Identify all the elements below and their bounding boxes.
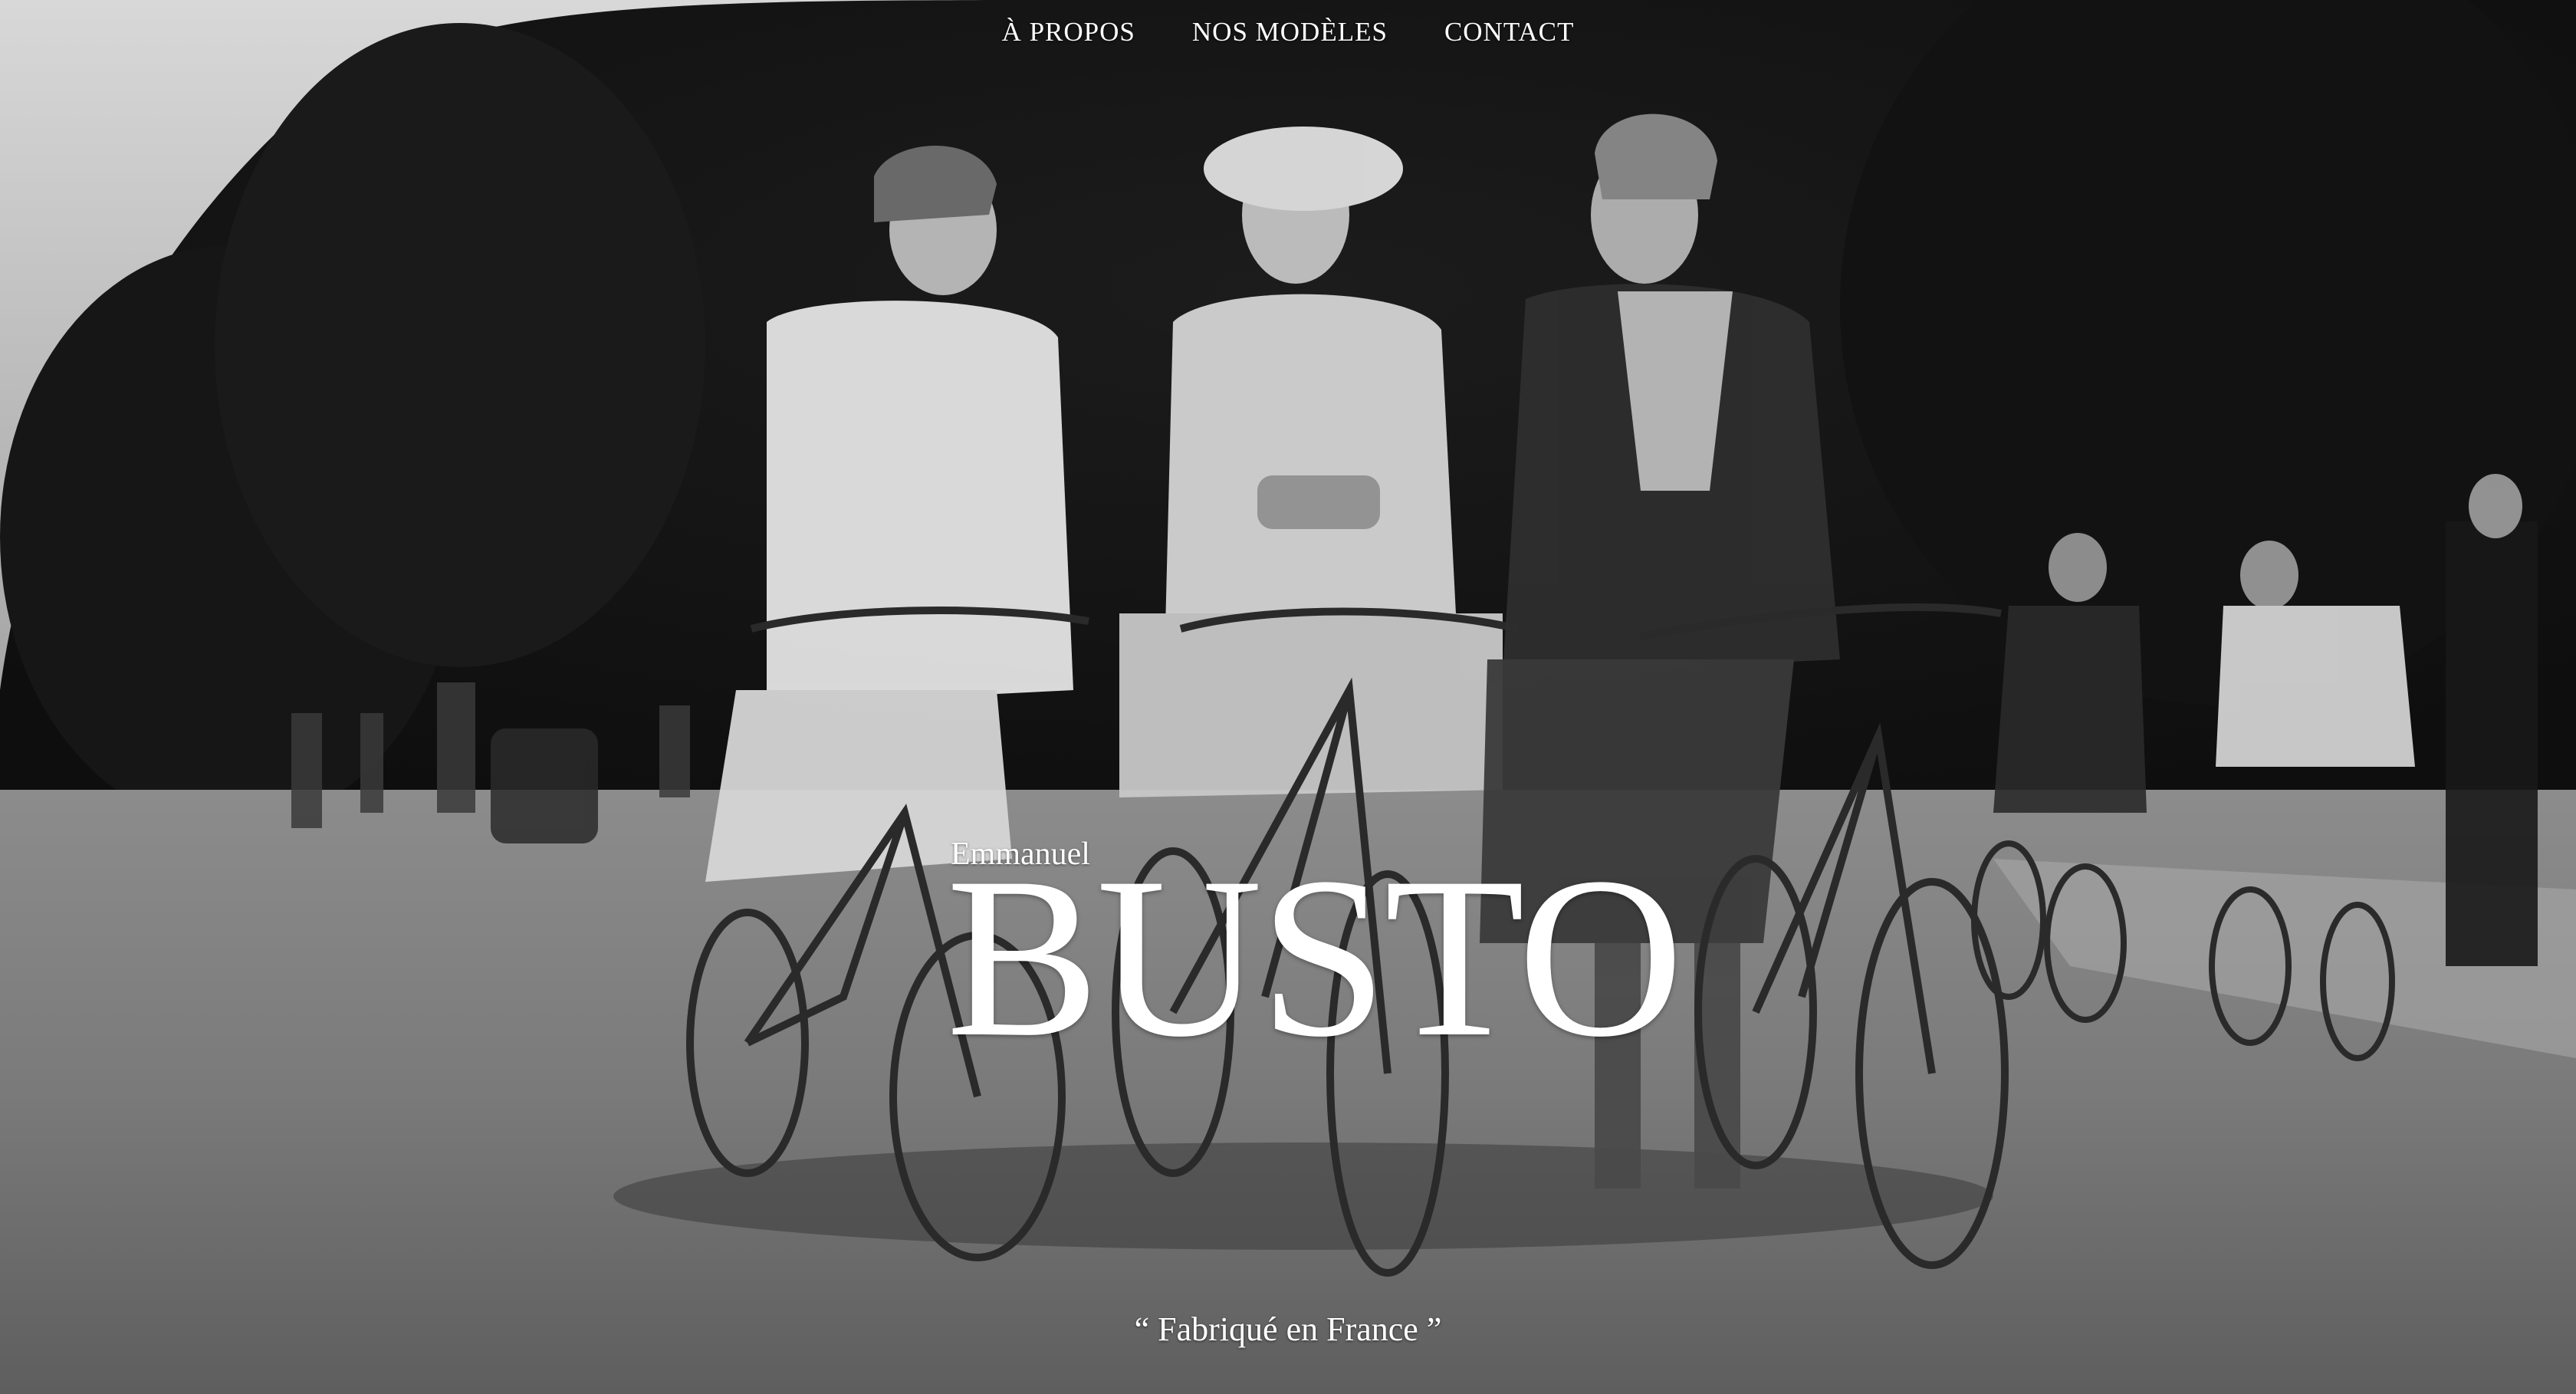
hero-section: À PROPOS NOS MODÈLES CONTACT Emmanuel BU… [0,0,2576,1394]
nav-item-a-propos[interactable]: À PROPOS [1002,14,1135,51]
brand-logo[interactable]: Emmanuel BUSTO [946,836,1684,1072]
brand-last-name: BUSTO [946,830,1684,1084]
tagline: “ Fabriqué en France ” [1134,1310,1442,1348]
hero-background-photo [0,0,2576,1394]
main-nav: À PROPOS NOS MODÈLES CONTACT [0,14,2576,51]
nav-item-contact[interactable]: CONTACT [1444,14,1574,51]
nav-item-nos-modeles[interactable]: NOS MODÈLES [1192,14,1388,51]
